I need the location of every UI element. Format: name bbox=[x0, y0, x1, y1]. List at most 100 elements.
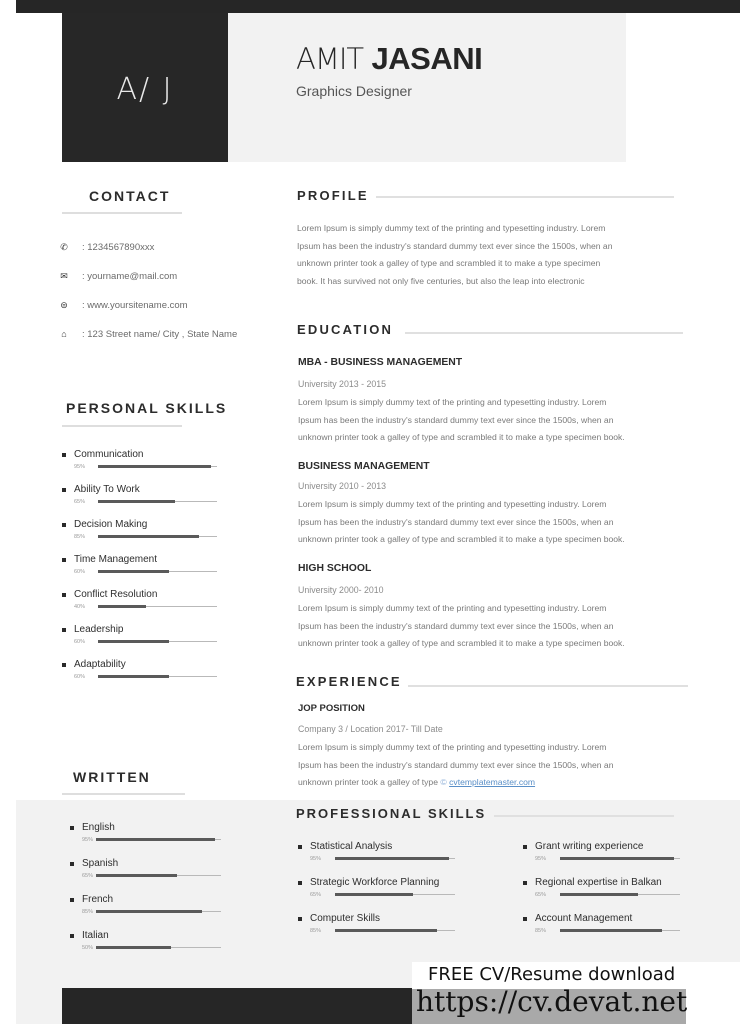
bullet-icon bbox=[62, 558, 66, 562]
first-name: AMIT bbox=[296, 42, 364, 76]
bullet-icon bbox=[523, 881, 527, 885]
skill-label: Leadership bbox=[74, 624, 124, 635]
skill-bar-track bbox=[96, 838, 221, 841]
bullet-icon bbox=[70, 934, 74, 938]
education-text: Lorem Ipsum is simply dummy text of the … bbox=[298, 600, 698, 653]
bullet-icon bbox=[62, 663, 66, 667]
skill-label: Account Management bbox=[535, 913, 633, 924]
watermark-url[interactable]: https://cv.devat.net bbox=[416, 985, 687, 1018]
bullet-icon bbox=[298, 881, 302, 885]
skill-bar-fill bbox=[560, 929, 662, 932]
experience-line: unknown printer took a galley of type © … bbox=[298, 774, 698, 792]
skill-bar-track bbox=[98, 605, 217, 608]
skill-label: Adaptability bbox=[74, 659, 126, 670]
skill-bar-track bbox=[560, 857, 680, 860]
skill-bar-fill bbox=[96, 838, 215, 841]
education-title: HIGH SCHOOL bbox=[298, 563, 372, 574]
bullet-icon bbox=[523, 917, 527, 921]
experience-heading: EXPERIENCE bbox=[296, 674, 402, 689]
education-line: Lorem Ipsum is simply dummy text of the … bbox=[298, 499, 607, 509]
education-line: Ipsum has been the industry's standard d… bbox=[298, 414, 614, 425]
skill-bar-track bbox=[560, 929, 680, 932]
skill-percent: 50% bbox=[82, 945, 94, 951]
skill-percent: 65% bbox=[535, 892, 547, 898]
skill-label: Italian bbox=[82, 930, 109, 941]
skill-bar-fill bbox=[98, 605, 146, 608]
skill-percent: 85% bbox=[310, 928, 322, 934]
initials: A/ J bbox=[116, 72, 174, 107]
bullet-icon bbox=[62, 593, 66, 597]
experience-subtitle: Company 3 / Location 2017- Till Date bbox=[298, 724, 443, 734]
bullet-icon bbox=[62, 628, 66, 632]
skill-percent: 95% bbox=[310, 856, 322, 862]
experience-text: Lorem Ipsum is simply dummy text of the … bbox=[298, 739, 698, 792]
skill-bar-track bbox=[96, 874, 221, 877]
skill-percent: 40% bbox=[74, 604, 86, 610]
experience-title: JOP POSITION bbox=[298, 703, 365, 714]
copyright-symbol: © bbox=[440, 777, 447, 787]
footer-bar bbox=[62, 988, 422, 1024]
skill-label: French bbox=[82, 894, 114, 905]
education-title: BUSINESS MANAGEMENT bbox=[298, 461, 430, 472]
education-subtitle: University 2010 - 2013 bbox=[298, 481, 387, 491]
name-header: AMIT JASANI Graphics Designer bbox=[228, 13, 626, 162]
skill-label: Spanish bbox=[82, 858, 119, 869]
bullet-icon bbox=[62, 523, 66, 527]
contact-item: ✉: yourname@mail.com bbox=[58, 270, 177, 282]
skill-percent: 60% bbox=[74, 639, 86, 645]
profile-line: Lorem Ipsum is simply dummy text of the … bbox=[297, 223, 606, 233]
bullet-icon bbox=[523, 845, 527, 849]
personal-skills-heading: PERSONAL SKILLS bbox=[66, 400, 228, 416]
skill-bar-track bbox=[98, 570, 217, 573]
profile-line: Ipsum has been the industry's standard d… bbox=[297, 240, 613, 251]
profile-heading: PROFILE bbox=[297, 188, 369, 203]
skill-percent: 60% bbox=[74, 674, 86, 680]
skill-label: Computer Skills bbox=[310, 913, 381, 924]
bullet-icon bbox=[62, 488, 66, 492]
written-heading: WRITTEN bbox=[73, 769, 151, 785]
skill-bar-track bbox=[560, 893, 680, 896]
contact-text: : www.yoursitename.com bbox=[82, 299, 188, 311]
initials-box: A/ J bbox=[62, 13, 228, 162]
contact-item: ⌂: 123 Street name/ City , State Name bbox=[58, 328, 237, 340]
skill-bar-fill bbox=[98, 640, 170, 643]
education-line: Lorem Ipsum is simply dummy text of the … bbox=[298, 603, 607, 613]
education-line: Ipsum has been the industry's standard d… bbox=[298, 620, 614, 631]
skill-label: Decision Making bbox=[74, 519, 148, 530]
education-line: Lorem Ipsum is simply dummy text of the … bbox=[298, 397, 607, 407]
contact-text: : 1234567890xxx bbox=[82, 241, 155, 253]
skill-bar-fill bbox=[98, 675, 170, 678]
skill-label: Strategic Workforce Planning bbox=[310, 877, 440, 888]
skill-bar-fill bbox=[96, 874, 178, 877]
skill-label: English bbox=[82, 822, 115, 833]
experience-divider bbox=[408, 685, 688, 687]
experience-line: Ipsum has been the industry's standard d… bbox=[298, 759, 614, 770]
skill-bar-track bbox=[98, 500, 217, 503]
bullet-icon bbox=[70, 898, 74, 902]
skill-bar-fill bbox=[335, 893, 413, 896]
profile-divider bbox=[376, 196, 674, 198]
profile-text: Lorem Ipsum is simply dummy text of the … bbox=[297, 220, 697, 290]
skill-bar-track bbox=[98, 535, 217, 538]
contact-divider bbox=[62, 212, 182, 214]
job-title: Graphics Designer bbox=[296, 83, 412, 99]
profile-line: book. It has survived not only five cent… bbox=[297, 275, 585, 286]
skill-percent: 65% bbox=[82, 873, 94, 879]
skill-bar-fill bbox=[560, 893, 638, 896]
full-name: AMIT JASANI bbox=[296, 40, 483, 77]
skill-label: Conflict Resolution bbox=[74, 589, 158, 600]
home-icon: ⌂ bbox=[61, 329, 67, 339]
skill-percent: 95% bbox=[74, 464, 86, 470]
skill-percent: 65% bbox=[310, 892, 322, 898]
education-title: MBA - BUSINESS MANAGEMENT bbox=[298, 357, 463, 368]
skill-label: Grant writing experience bbox=[535, 841, 644, 852]
bullet-icon bbox=[70, 826, 74, 830]
skill-bar-track bbox=[335, 929, 455, 932]
skill-bar-fill bbox=[335, 929, 437, 932]
skill-bar-fill bbox=[98, 500, 176, 503]
template-link[interactable]: cvtemplatemaster.com bbox=[449, 777, 535, 787]
top-bar bbox=[16, 0, 740, 13]
skill-label: Communication bbox=[74, 449, 144, 460]
contact-text: : yourname@mail.com bbox=[82, 270, 178, 282]
skill-bar-fill bbox=[560, 857, 674, 860]
